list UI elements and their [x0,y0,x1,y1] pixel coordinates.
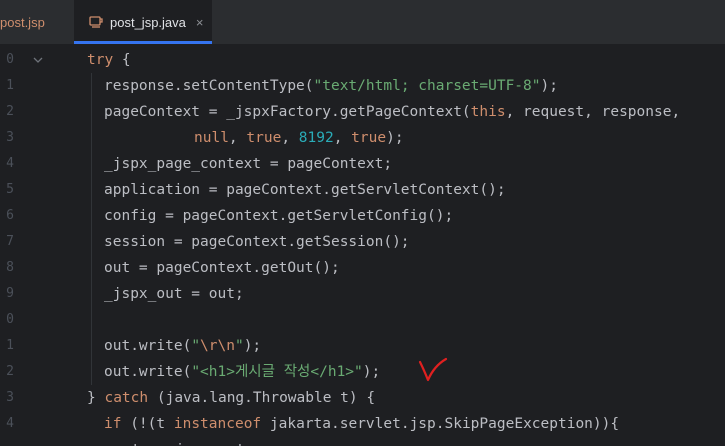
tab-post-jsp[interactable]: post.jsp [0,0,58,44]
code-token: , [228,130,247,146]
tab-post-jsp-java[interactable]: post_jsp.java × [74,0,212,44]
code-token: 8192 [298,130,334,146]
code-token: out = _jspx_out; [114,442,254,446]
code-line: _jspx_out = out; [104,281,244,307]
code-token: catch [104,390,149,406]
code-token: ); [243,338,262,354]
code-token: " [234,338,244,354]
code-token: ); [540,78,558,94]
code-token: \r\n [200,338,235,354]
line-number: 1 [6,338,14,353]
code-token: jakarta.servlet.jsp.SkipPageException)){ [261,416,620,432]
code-token: "<h1>게시글 작성</h1>" [191,364,363,380]
line-number: 0 [6,52,14,67]
code-token: _jspx_page_context = pageContext; [104,156,393,172]
code-token: pageContext = _jspxFactory.getPageContex… [104,104,471,120]
line-number: 1 [6,78,14,93]
line-number: 0 [6,312,14,327]
code-line: out = _jspx_out; [114,437,254,446]
code-line: out = pageContext.getOut(); [104,255,340,281]
tab-label: post.jsp [0,14,45,30]
active-tab-indicator [74,41,212,44]
line-number: 3 [6,390,14,405]
chevron-down-icon[interactable] [32,54,44,66]
code-token: config = pageContext.getServletConfig(); [104,208,454,224]
line-number: 3 [6,130,14,145]
line-number: 2 [6,364,14,379]
code-editor[interactable]: try {response.setContentType("text/html;… [60,45,725,446]
code-token: , request, response, [505,104,681,120]
code-token: (!(t [121,416,174,432]
code-token: , [333,130,352,146]
code-token: out.write( [104,338,192,354]
code-token: if [104,416,122,432]
code-token: , [281,130,299,146]
code-line: pageContext = _jspxFactory.getPageContex… [104,99,680,125]
code-token: application = pageContext.getServletCont… [104,182,506,198]
line-number: 7 [6,234,14,249]
code-line: if (!(t instanceof jakarta.servlet.jsp.S… [104,411,619,437]
code-token: null [194,130,229,146]
line-number-gutter: 0 1 2 3 4 5 6 7 8 9 0 1 2 3 4 [0,45,60,446]
code-token: response.setContentType( [104,78,314,94]
indent-guide [91,73,92,385]
code-token: ); [386,130,404,146]
line-number: 9 [6,286,14,301]
code-line: out.write("<h1>게시글 작성</h1>"); [104,359,380,385]
code-token: out.write( [104,364,192,380]
red-checkmark-icon [418,357,448,382]
code-token: instanceof [173,416,262,432]
code-token: true [246,130,282,146]
code-token: { [113,52,131,68]
line-number: 6 [6,208,14,223]
code-line: config = pageContext.getServletConfig(); [104,203,453,229]
code-token: out = pageContext.getOut(); [104,260,340,276]
code-token: session = pageContext.getSession(); [104,234,410,250]
tab-label: post_jsp.java [110,14,186,30]
line-number: 8 [6,260,14,275]
line-number: 2 [6,104,14,119]
code-token: "text/html; charset=UTF-8" [313,78,541,94]
code-line: try { [87,47,131,73]
line-number: 5 [6,182,14,197]
line-number: 4 [6,416,14,431]
java-file-icon [88,14,104,30]
code-line: null, true, 8192, true); [194,125,404,151]
line-number: 4 [6,156,14,171]
code-line: out.write("\r\n"); [104,333,261,359]
code-line: application = pageContext.getServletCont… [104,177,506,203]
code-line: _jspx_page_context = pageContext; [104,151,392,177]
code-line: response.setContentType("text/html; char… [104,73,558,99]
code-token: ); [362,364,381,380]
code-token: " [191,338,201,354]
code-line: } catch (java.lang.Throwable t) { [87,385,375,411]
code-line: session = pageContext.getSession(); [104,229,410,255]
close-tab-icon[interactable]: × [196,15,204,30]
code-token: true [351,130,387,146]
code-token: (java.lang.Throwable t) { [148,390,376,406]
editor-tab-bar: post.jsp post_jsp.java × [0,0,725,45]
code-token: } [87,390,105,406]
code-token: this [470,104,506,120]
code-token: try [87,52,114,68]
code-token: _jspx_out = out; [104,286,244,302]
